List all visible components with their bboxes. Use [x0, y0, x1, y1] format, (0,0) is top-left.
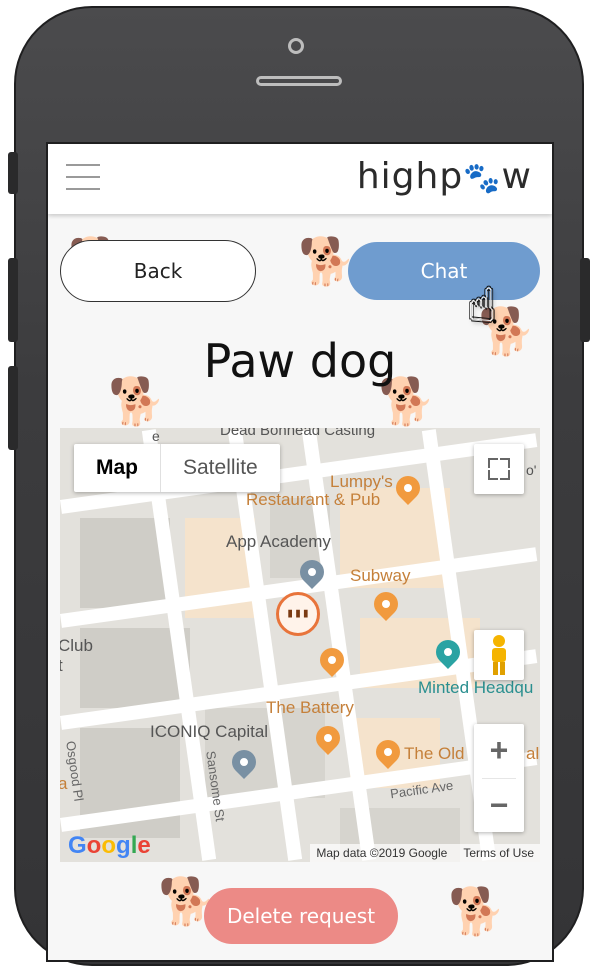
power-button [580, 258, 590, 342]
dog-doodle-icon: 🐕 [298, 234, 356, 288]
chat-button[interactable]: Chat [348, 242, 540, 300]
place-label: Subway [350, 566, 411, 585]
map-view[interactable]: Dead Bonhead Casting e o' Lumpy's Restau… [60, 428, 540, 862]
dog-doodle-icon: 🐕 [448, 884, 506, 938]
place-label: e [152, 428, 160, 444]
highpaw-logo: highp🐾w [356, 156, 532, 197]
place-label: a [60, 774, 67, 794]
place-label: Lumpy's [330, 472, 393, 491]
dog-name-title: Paw dog [203, 334, 397, 388]
google-logo: Google [68, 832, 151, 859]
earpiece-speaker [256, 76, 342, 86]
place-label: al [526, 744, 540, 763]
place-label: Minted Headqu [418, 678, 534, 697]
front-camera [288, 38, 304, 54]
map-type-toggle: Map Satellite [74, 444, 280, 492]
place-label: The Old [404, 744, 465, 763]
map-data-text: Map data ©2019 Google [316, 846, 448, 860]
place-label: ICONIQ Capital [150, 722, 269, 741]
zoom-controls: + − [474, 724, 524, 832]
map-type-map-button[interactable]: Map [74, 444, 160, 492]
dog-location-marker-icon[interactable]: ▮▮▮ [276, 592, 320, 636]
place-label: Dead Bonhead Casting [220, 428, 376, 439]
volume-up-button [8, 258, 18, 342]
terms-of-use-link[interactable]: Terms of Use [463, 846, 534, 862]
place-label: App Academy [226, 532, 331, 551]
fullscreen-icon[interactable] [474, 444, 524, 494]
map-attribution: Map data ©2019 Google Terms of Use [310, 844, 540, 862]
volume-down-button [8, 366, 18, 450]
hand-pointer-cursor-icon: ☝ [468, 278, 497, 332]
paw-icon: 🐾 [463, 161, 502, 196]
back-button[interactable]: Back [60, 240, 256, 302]
zoom-in-button[interactable]: + [474, 724, 524, 778]
mute-switch [8, 152, 18, 194]
street-view-pegman-icon[interactable] [474, 630, 524, 680]
place-label: o' [526, 462, 537, 478]
place-label: Restaurant & Pub [246, 490, 381, 509]
hamburger-icon[interactable] [66, 164, 100, 192]
app-header: highp🐾w [48, 144, 552, 214]
zoom-out-button[interactable]: − [474, 779, 524, 833]
app-screen: 🐕 🐕 🐕 🐕 🐕 🐕 🐕 highp🐾w Back Chat ☝ Paw do… [46, 142, 554, 962]
place-label: Club [60, 636, 93, 655]
place-label: t [60, 656, 63, 676]
place-label: The Battery [266, 698, 354, 717]
map-type-satellite-button[interactable]: Satellite [160, 444, 280, 492]
delete-request-button[interactable]: Delete request [204, 888, 398, 944]
